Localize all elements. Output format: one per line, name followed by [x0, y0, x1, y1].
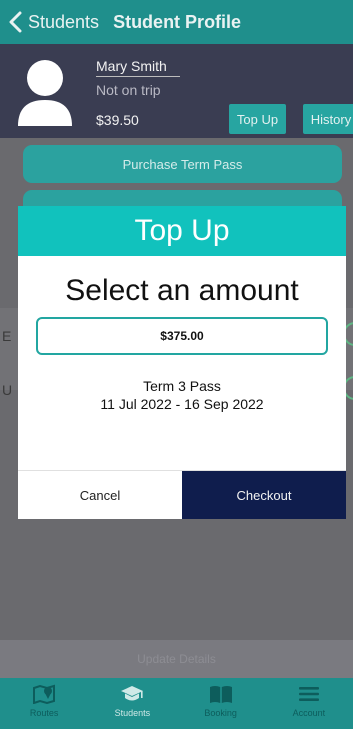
tab-routes[interactable]: Routes: [0, 678, 88, 729]
tab-label: Booking: [204, 708, 237, 718]
update-details-button[interactable]: Update Details: [0, 640, 353, 678]
back-chevron-icon[interactable]: [4, 0, 26, 44]
tab-label: Routes: [29, 708, 59, 718]
student-name: Mary Smith: [96, 58, 180, 77]
row-label: E: [2, 328, 12, 344]
book-icon: [208, 683, 234, 705]
balance-amount: $39.50: [96, 112, 139, 128]
tab-label: Account: [292, 708, 326, 718]
avatar-icon: [16, 56, 74, 128]
top-up-button[interactable]: Top Up: [229, 104, 286, 134]
amount-select[interactable]: $375.00: [36, 317, 328, 355]
nav-header: Students Student Profile: [0, 0, 353, 44]
tab-label: Students: [114, 708, 151, 718]
menu-icon: [296, 683, 322, 705]
map-icon: [31, 683, 57, 705]
pass-name: Term 3 Pass: [143, 378, 221, 394]
back-button[interactable]: Students: [28, 12, 99, 33]
modal-subtitle: Select an amount: [65, 274, 299, 307]
tab-students[interactable]: Students: [88, 678, 176, 729]
bottom-nav: Routes Students Booking Account: [0, 678, 353, 729]
cancel-button[interactable]: Cancel: [18, 471, 182, 519]
profile-card: Mary Smith Not on trip $39.50 Top Up His…: [0, 44, 353, 138]
checkout-button[interactable]: Checkout: [182, 471, 346, 519]
tab-account[interactable]: Account: [265, 678, 353, 729]
history-button[interactable]: History: [303, 104, 353, 134]
tab-booking[interactable]: Booking: [177, 678, 265, 729]
modal-actions: Cancel Checkout: [18, 470, 346, 519]
modal-title: Top Up: [18, 206, 346, 256]
trip-status: Not on trip: [96, 82, 161, 98]
row-label: U: [2, 382, 13, 398]
purchase-term-pass-button[interactable]: Purchase Term Pass: [23, 145, 342, 183]
pass-dates: 11 Jul 2022 - 16 Sep 2022: [100, 396, 264, 412]
top-up-modal: Top Up Select an amount $375.00 Term 3 P…: [18, 206, 346, 519]
page-title: Student Profile: [113, 11, 242, 32]
graduation-cap-icon: [119, 683, 145, 705]
